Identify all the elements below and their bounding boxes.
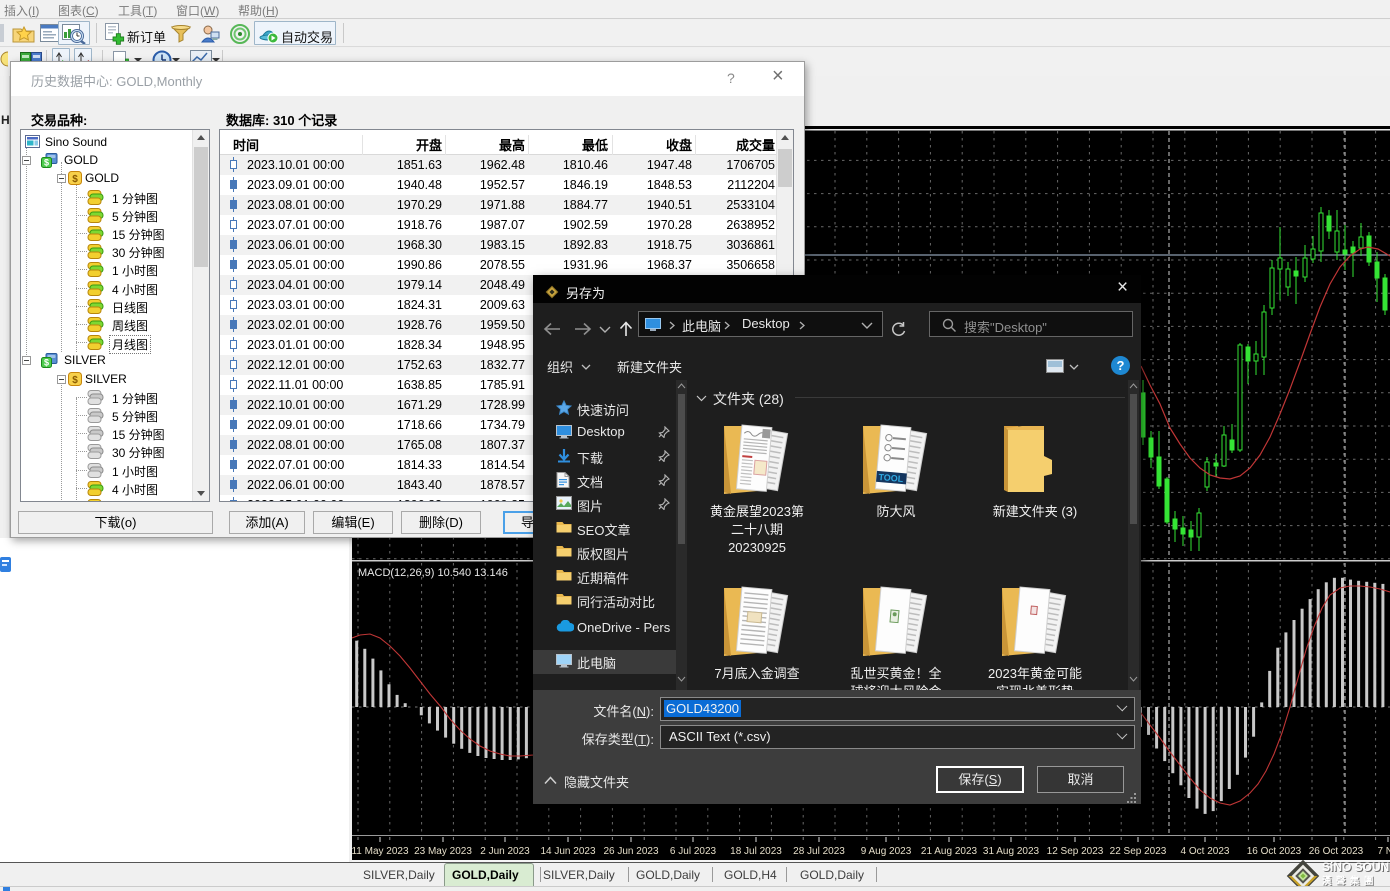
svg-text:SiNO SOUND: SiNO SOUND — [1322, 860, 1390, 874]
svg-text:4 Oct 2023: 4 Oct 2023 — [1181, 846, 1230, 857]
svg-text:31 Aug 2023: 31 Aug 2023 — [983, 846, 1040, 857]
svg-text:16 Oct 2023: 16 Oct 2023 — [1247, 846, 1302, 857]
svg-text:18 Jul 2023: 18 Jul 2023 — [730, 846, 782, 857]
svg-text:22 Sep 2023: 22 Sep 2023 — [1110, 846, 1167, 857]
svg-text:$: $ — [44, 358, 49, 368]
svg-text:12 Sep 2023: 12 Sep 2023 — [1047, 846, 1104, 857]
svg-text:14 Jun 2023: 14 Jun 2023 — [540, 846, 595, 857]
svg-text:28 Jul 2023: 28 Jul 2023 — [793, 846, 845, 857]
svg-text:21 Aug 2023: 21 Aug 2023 — [921, 846, 978, 857]
svg-text:26 Jun 2023: 26 Jun 2023 — [603, 846, 658, 857]
svg-text:$: $ — [72, 375, 78, 386]
svg-text:23 May 2023: 23 May 2023 — [414, 846, 472, 857]
svg-text:11 May 2023: 11 May 2023 — [352, 846, 409, 857]
svg-text:9 Aug 2023: 9 Aug 2023 — [861, 846, 912, 857]
svg-text:$: $ — [72, 174, 78, 185]
svg-text:MACD(12,26,9) 10.540 13.146: MACD(12,26,9) 10.540 13.146 — [358, 567, 508, 579]
svg-text:2 Jun 2023: 2 Jun 2023 — [480, 846, 530, 857]
svg-text:6 Jul 2023: 6 Jul 2023 — [670, 846, 717, 857]
svg-text:26 Oct 2023: 26 Oct 2023 — [1309, 846, 1364, 857]
svg-text:7 No: 7 No — [1377, 846, 1390, 857]
svg-text:$: $ — [44, 158, 49, 168]
